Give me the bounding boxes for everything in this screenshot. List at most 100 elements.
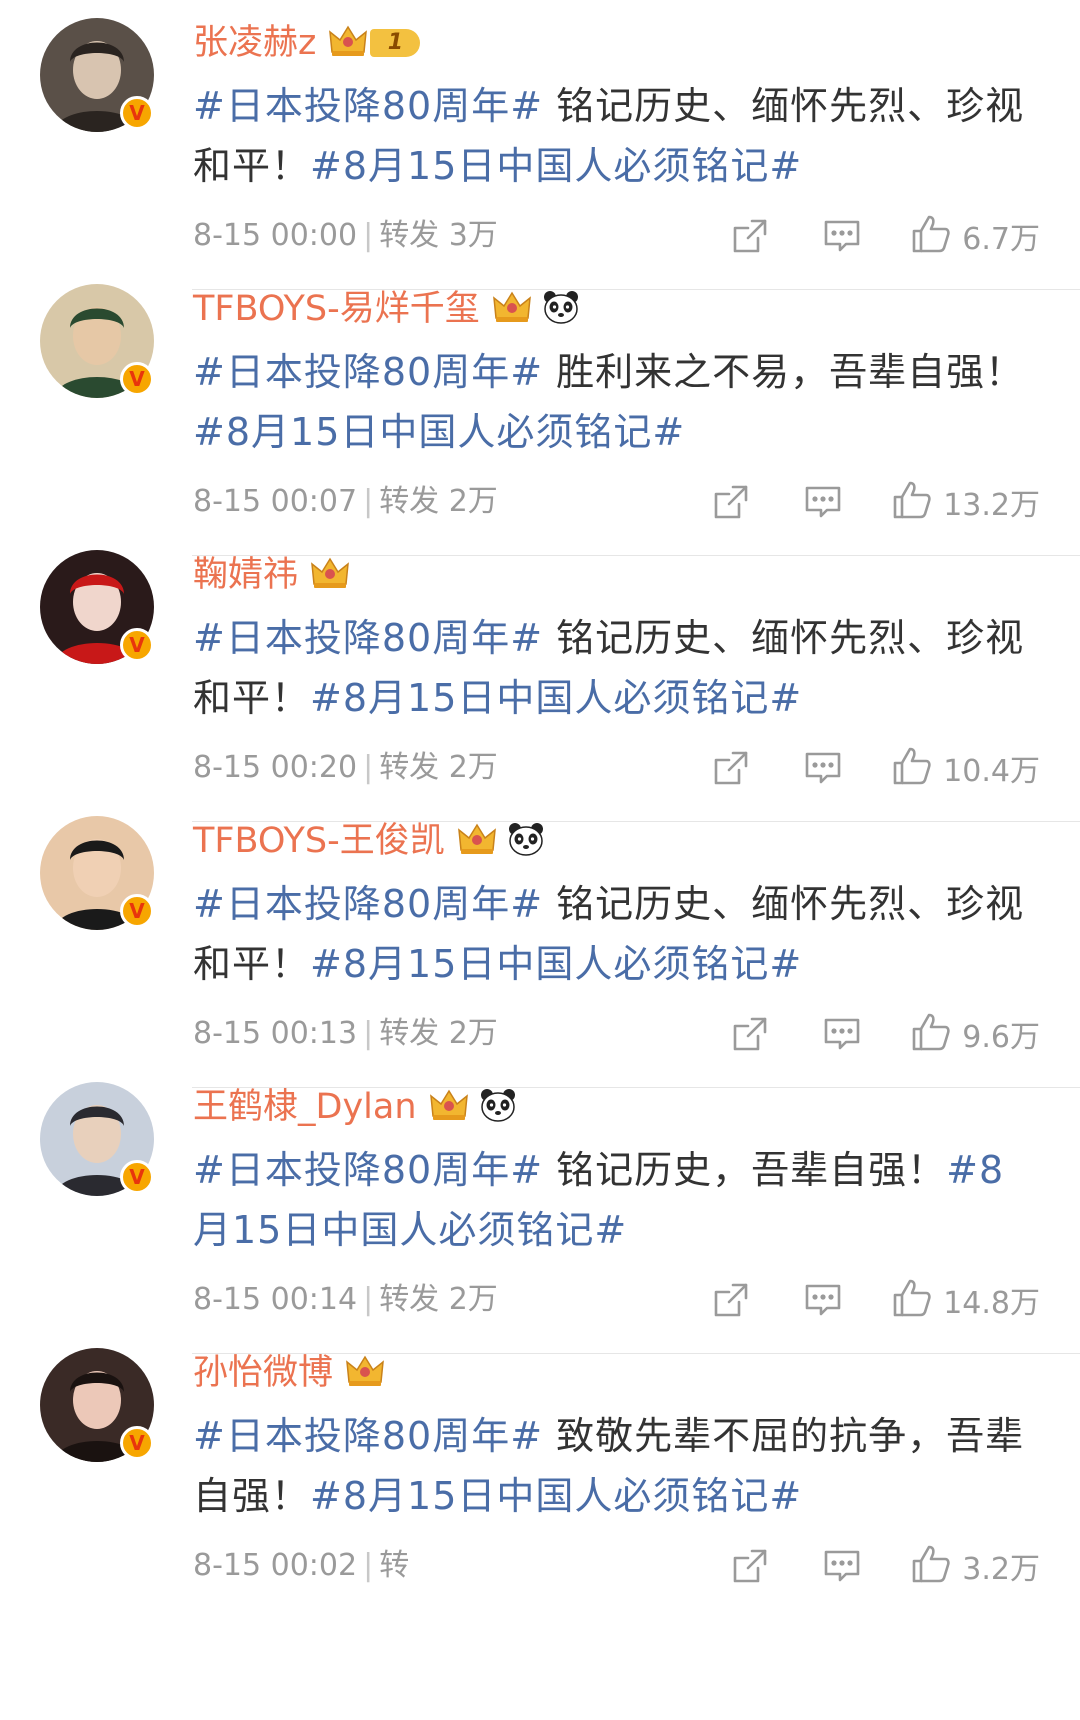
repost-count: 转发 2万 <box>379 484 498 519</box>
post-meta: 8-15 00:20 | 转发 2万 <box>193 748 498 788</box>
repost-count: 转发 2万 <box>379 1016 498 1051</box>
post-content: #日本投降80周年# 铭记历史、缅怀先烈、珍视和平！#8月15日中国人必须铭记# <box>193 76 1043 196</box>
post-meta: 8-15 00:07 | 转发 2万 <box>193 482 498 522</box>
username[interactable]: 王鹤棣_Dylan <box>193 1082 417 1132</box>
thumbs-up-icon <box>891 745 933 791</box>
verified-v-icon: V <box>120 362 154 396</box>
like-button[interactable]: 13.2万 <box>891 479 1040 525</box>
comment-icon[interactable] <box>803 482 843 522</box>
hashtag-link[interactable]: #8月15日中国人必须铭记# <box>193 410 685 454</box>
post-time: 8-15 00:02 <box>193 1548 358 1583</box>
thumbs-up-icon <box>910 213 952 259</box>
username[interactable]: 鞠婧祎 <box>193 550 298 600</box>
post-time: 8-15 00:14 <box>193 1282 358 1317</box>
hashtag-link[interactable]: #8月15日中国人必须铭记# <box>310 1474 802 1518</box>
post-meta: 8-15 00:02 | 转 <box>193 1546 409 1586</box>
repost-count: 转发 2万 <box>379 750 498 785</box>
like-button[interactable]: 9.6万 <box>910 1011 1040 1057</box>
meta-divider: | <box>363 1548 374 1583</box>
comment-icon[interactable] <box>822 216 862 256</box>
post-content: #日本投降80周年# 铭记历史、缅怀先烈、珍视和平！#8月15日中国人必须铭记# <box>193 608 1043 728</box>
name-row: 孙怡微博 <box>193 1348 385 1398</box>
post-meta: 8-15 00:13 | 转发 2万 <box>193 1014 498 1054</box>
meta-divider: | <box>363 218 374 253</box>
hashtag-link[interactable]: #日本投降80周年# <box>193 616 543 660</box>
action-bar: 14.8万 <box>659 1276 1040 1324</box>
name-row: TFBOYS-王俊凯 <box>193 816 545 866</box>
like-button[interactable]: 14.8万 <box>891 1277 1040 1323</box>
crown-icon <box>310 556 350 594</box>
verified-v-icon: V <box>120 96 154 130</box>
share-icon[interactable] <box>711 1280 751 1320</box>
level-badge: 1 <box>370 29 421 57</box>
verified-v-icon: V <box>120 1426 154 1460</box>
action-bar: 9.6万 <box>678 1010 1040 1058</box>
action-bar: 6.7万 <box>678 212 1040 260</box>
post-time: 8-15 00:07 <box>193 484 358 519</box>
verified-v-icon: V <box>120 1160 154 1194</box>
name-row: 张凌赫z 1 <box>193 18 421 68</box>
post-text: 铭记历史，吾辈自强！ <box>543 1148 947 1192</box>
like-button[interactable]: 6.7万 <box>910 213 1040 259</box>
comment-icon[interactable] <box>822 1014 862 1054</box>
comment-icon[interactable] <box>822 1546 862 1586</box>
share-icon[interactable] <box>730 1546 770 1586</box>
hashtag-link[interactable]: #8月15日中国人必须铭记# <box>310 676 802 720</box>
crown-icon <box>457 822 497 860</box>
post-time: 8-15 00:13 <box>193 1016 358 1051</box>
hashtag-link[interactable]: #日本投降80周年# <box>193 1414 543 1458</box>
share-icon[interactable] <box>730 216 770 256</box>
post-item: V 孙怡微博 #日本投降80周年# 致敬先辈不屈的抗争，吾辈自强！#8月15日中国… <box>0 1330 1080 1620</box>
meta-divider: | <box>363 1016 374 1051</box>
hashtag-link[interactable]: #日本投降80周年# <box>193 84 543 128</box>
username[interactable]: TFBOYS-王俊凯 <box>193 816 445 866</box>
post-text: 胜利来之不易，吾辈自强！ <box>543 350 1025 394</box>
crown-icon <box>429 1088 469 1126</box>
action-bar: 10.4万 <box>659 744 1040 792</box>
post-meta: 8-15 00:00 | 转发 3万 <box>193 216 498 256</box>
hashtag-link[interactable]: #日本投降80周年# <box>193 882 543 926</box>
action-bar: 3.2万 <box>678 1542 1040 1590</box>
thumbs-up-icon <box>910 1011 952 1057</box>
hashtag-link[interactable]: #8月15日中国人必须铭记# <box>310 144 802 188</box>
post-time: 8-15 00:20 <box>193 750 358 785</box>
comment-icon[interactable] <box>803 1280 843 1320</box>
post-content: #日本投降80周年# 致敬先辈不屈的抗争，吾辈自强！#8月15日中国人必须铭记# <box>193 1406 1043 1526</box>
post-meta: 8-15 00:14 | 转发 2万 <box>193 1280 498 1320</box>
name-row: TFBOYS-易烊千玺 <box>193 284 580 334</box>
username[interactable]: 张凌赫z <box>193 18 316 68</box>
name-row: 王鹤棣_Dylan <box>193 1082 517 1132</box>
like-count: 10.4万 <box>943 754 1040 789</box>
post-item: V TFBOYS-王俊凯 #日本投降80周年# 铭记历史、缅怀先烈、珍视和平！#8… <box>0 798 1080 1088</box>
like-count: 9.6万 <box>962 1020 1040 1055</box>
share-icon[interactable] <box>730 1014 770 1054</box>
post-item: V 张凌赫z 1 #日本投降80周年# 铭记历史、缅怀先烈、珍视和平！#8月15日中… <box>0 0 1080 290</box>
verified-v-icon: V <box>120 628 154 662</box>
repost-count: 转发 2万 <box>379 1282 498 1317</box>
share-icon[interactable] <box>711 482 751 522</box>
post-time: 8-15 00:00 <box>193 218 358 253</box>
hashtag-link[interactable]: #日本投降80周年# <box>193 350 543 394</box>
like-button[interactable]: 10.4万 <box>891 745 1040 791</box>
repost-count: 转 <box>379 1548 410 1583</box>
post-item: V 王鹤棣_Dylan #日本投降80周年# 铭记历史，吾辈自强！#8月15日中国… <box>0 1064 1080 1354</box>
action-bar: 13.2万 <box>659 478 1040 526</box>
comment-icon[interactable] <box>803 748 843 788</box>
repost-count: 转发 3万 <box>379 218 498 253</box>
hashtag-link[interactable]: #8月15日中国人必须铭记# <box>310 942 802 986</box>
like-count: 6.7万 <box>962 222 1040 257</box>
post-content: #日本投降80周年# 铭记历史、缅怀先烈、珍视和平！#8月15日中国人必须铭记# <box>193 874 1043 994</box>
meta-divider: | <box>363 484 374 519</box>
hashtag-link[interactable]: #日本投降80周年# <box>193 1148 543 1192</box>
like-button[interactable]: 3.2万 <box>910 1543 1040 1589</box>
crown-icon <box>492 290 532 328</box>
username[interactable]: TFBOYS-易烊千玺 <box>193 284 480 334</box>
post-item: V 鞠婧祎 #日本投降80周年# 铭记历史、缅怀先烈、珍视和平！#8月15日中国人… <box>0 532 1080 822</box>
like-count: 13.2万 <box>943 488 1040 523</box>
like-count: 3.2万 <box>962 1552 1040 1587</box>
share-icon[interactable] <box>711 748 751 788</box>
panda-icon <box>542 289 580 329</box>
panda-icon <box>507 821 545 861</box>
like-count: 14.8万 <box>943 1286 1040 1321</box>
username[interactable]: 孙怡微博 <box>193 1348 333 1398</box>
